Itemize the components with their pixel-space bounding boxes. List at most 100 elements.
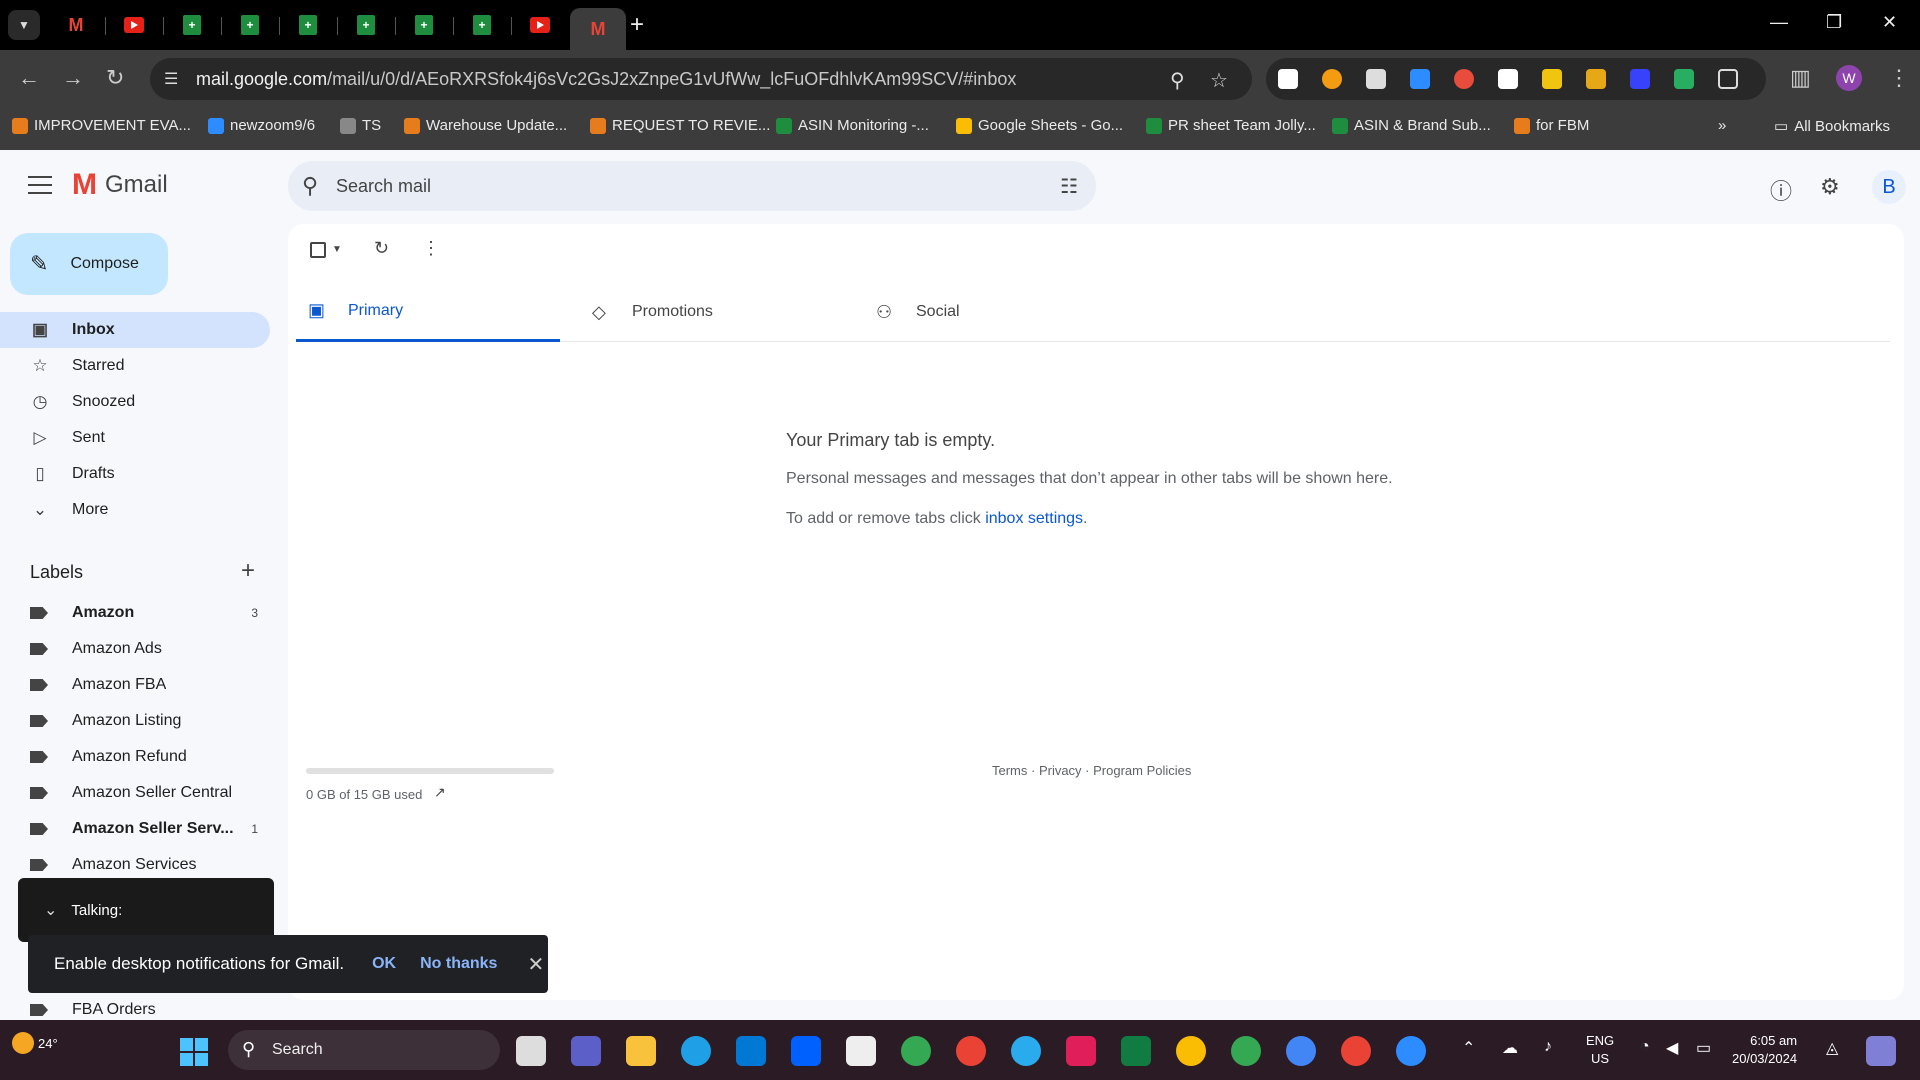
zoom-search-icon[interactable]: ⚲ (1170, 68, 1185, 93)
browser-tab[interactable]: + (338, 6, 394, 44)
notification-bell-icon[interactable]: ◬ (1826, 1038, 1838, 1058)
all-bookmarks-button[interactable]: ▭ All Bookmarks (1774, 117, 1890, 136)
show-hidden-icons[interactable]: ⌃ (1462, 1038, 1475, 1058)
help-icon[interactable]: ⓘ (1770, 174, 1792, 206)
extension-icon[interactable] (1410, 69, 1430, 89)
label-item[interactable]: Amazon Ads (0, 632, 270, 666)
language-indicator[interactable]: ENG US (1586, 1032, 1614, 1068)
label-item[interactable]: Amazon FBA (0, 668, 270, 702)
close-window-button[interactable]: ✕ (1882, 12, 1897, 33)
task-view-icon[interactable] (516, 1036, 546, 1066)
new-tab-button[interactable]: + (630, 13, 644, 37)
start-button[interactable] (180, 1038, 208, 1066)
restore-button[interactable]: ❐ (1826, 12, 1842, 33)
volume-icon[interactable]: ◀ (1666, 1038, 1678, 1058)
extension-icon[interactable] (1322, 69, 1342, 89)
telegram-icon[interactable] (1011, 1036, 1041, 1066)
select-dropdown-icon[interactable]: ▼ (332, 244, 342, 255)
taskbar-search[interactable]: ⚲ Search (228, 1030, 500, 1070)
bookmark-item[interactable]: Warehouse Update... (404, 117, 567, 134)
refresh-icon[interactable]: ↻ (374, 238, 389, 259)
close-icon[interactable]: ✕ (527, 952, 544, 977)
browser-tab[interactable]: M (570, 8, 626, 50)
browser-tab[interactable]: + (454, 6, 510, 44)
tab-search-button[interactable]: ▼ (8, 10, 40, 40)
extension-icon[interactable] (1674, 69, 1694, 89)
browser-tab[interactable]: + (222, 6, 278, 44)
minimize-button[interactable]: — (1770, 12, 1788, 33)
teams-icon[interactable] (571, 1036, 601, 1066)
label-item[interactable]: Amazon Seller Serv... 1 (0, 812, 270, 846)
talking-widget[interactable]: ⌄ Talking: (18, 878, 274, 942)
label-item[interactable]: Amazon Seller Central (0, 776, 270, 810)
browser-tab[interactable]: M (48, 6, 104, 44)
bookmark-item[interactable]: for FBM (1514, 117, 1589, 134)
account-avatar[interactable]: B (1872, 170, 1906, 204)
bookmark-item[interactable]: IMPROVEMENT EVA... (12, 117, 191, 134)
browser-tab[interactable] (512, 6, 568, 44)
side-panel-icon[interactable]: ▥ (1790, 66, 1811, 90)
nav-item-sent[interactable]: ▷ Sent (0, 420, 270, 456)
ok-button[interactable]: OK (372, 955, 396, 973)
battery-icon[interactable]: ▭ (1696, 1038, 1711, 1058)
browser-menu-icon[interactable]: ⋮ (1888, 66, 1910, 90)
onedrive-icon[interactable]: ☁ (1502, 1038, 1518, 1058)
chrome-icon[interactable] (901, 1036, 931, 1066)
label-item[interactable]: Amazon Listing (0, 704, 270, 738)
more-actions-icon[interactable]: ⋮ (422, 238, 440, 259)
zoom-icon[interactable] (1396, 1036, 1426, 1066)
extension-icon[interactable] (1586, 69, 1606, 89)
nav-item-inbox[interactable]: ▣ Inbox (0, 312, 270, 348)
compose-button[interactable]: ✎ Compose (10, 233, 168, 295)
bookmark-item[interactable]: newzoom9/6 (208, 117, 315, 134)
file-explorer-icon[interactable] (626, 1036, 656, 1066)
weather-widget[interactable]: 24° (12, 1032, 58, 1054)
search-icon[interactable]: ⚲ (302, 173, 318, 199)
address-bar[interactable]: ☰ mail.google.com/mail/u/0/d/AEoRXRSfok4… (150, 58, 1252, 100)
bookmark-item[interactable]: PR sheet Team Jolly... (1146, 117, 1316, 134)
bookmark-item[interactable]: ASIN Monitoring -... (776, 117, 929, 134)
footer-links[interactable]: Terms · Privacy · Program Policies (992, 763, 1191, 778)
chrome-icon[interactable] (1176, 1036, 1206, 1066)
qr-extension-icon[interactable] (1278, 69, 1298, 89)
clock[interactable]: 6:05 am 20/03/2024 (1732, 1032, 1797, 1068)
extension-icon[interactable] (1630, 69, 1650, 89)
no-thanks-button[interactable]: No thanks (420, 955, 497, 973)
bookmark-star-icon[interactable]: ☆ (1210, 68, 1228, 93)
nav-item-more[interactable]: ⌄ More (0, 492, 270, 528)
browser-tab[interactable]: + (280, 6, 336, 44)
settings-gear-icon[interactable]: ⚙ (1820, 174, 1840, 200)
nav-item-drafts[interactable]: ▯ Drafts (0, 456, 270, 492)
tab-social[interactable]: ⚇ Social (864, 282, 1128, 342)
bookmark-item[interactable]: ASIN & Brand Sub... (1332, 117, 1491, 134)
bookmark-item[interactable]: TS (340, 117, 381, 134)
extension-icon[interactable] (1498, 69, 1518, 89)
select-all-checkbox[interactable] (310, 242, 326, 258)
extensions-puzzle-icon[interactable] (1718, 69, 1738, 89)
forward-icon[interactable]: → (62, 66, 84, 90)
create-label-icon[interactable]: + (241, 557, 255, 585)
site-info-icon[interactable]: ☰ (164, 69, 178, 89)
microphone-icon[interactable]: ♪ (1544, 1038, 1552, 1056)
wifi-icon[interactable]: ◔ (1640, 1038, 1650, 1056)
search-mail-input[interactable]: ⚲ Search mail ☷ (288, 161, 1096, 211)
tab-primary[interactable]: ▣ Primary (296, 282, 560, 342)
nav-item-starred[interactable]: ☆ Starred (0, 348, 270, 384)
gmail-logo[interactable]: M Gmail (72, 170, 168, 200)
external-link-icon[interactable]: ↗ (434, 784, 446, 801)
browser-tab[interactable] (106, 6, 162, 44)
back-icon[interactable]: ← (18, 66, 40, 90)
chevron-down-icon[interactable]: ⌄ (44, 900, 57, 920)
search-options-icon[interactable]: ☷ (1060, 174, 1078, 199)
url-text[interactable]: mail.google.com/mail/u/0/d/AEoRXRSfok4j6… (196, 69, 1016, 90)
store-icon[interactable] (736, 1036, 766, 1066)
more-bookmarks-icon[interactable]: » (1718, 117, 1726, 134)
label-item[interactable]: Amazon 3 (0, 596, 270, 630)
extension-icon[interactable] (1542, 69, 1562, 89)
extension-icon[interactable] (1454, 69, 1474, 89)
chrome-icon[interactable] (1286, 1036, 1316, 1066)
bookmark-item[interactable]: REQUEST TO REVIE... (590, 117, 770, 134)
profile-avatar[interactable]: W (1836, 65, 1862, 91)
copilot-icon[interactable] (1866, 1036, 1896, 1066)
label-item[interactable]: Amazon Services (0, 848, 270, 882)
